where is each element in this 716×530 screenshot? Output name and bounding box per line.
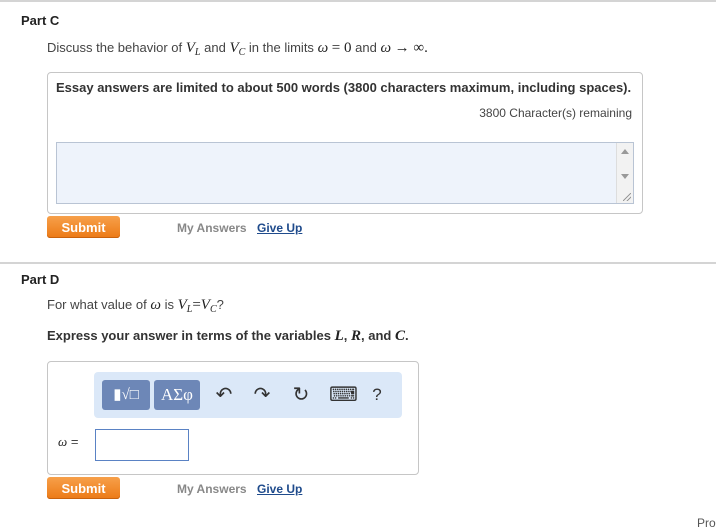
undo-icon[interactable]: ↶ — [214, 385, 234, 405]
sub-c: C — [238, 47, 246, 58]
essay-answer-box: Essay answers are limited to about 500 w… — [47, 72, 643, 214]
part-c-title: Part C — [21, 13, 60, 28]
var-vc: VC — [200, 297, 217, 315]
math-toolbar: ▮√□ ΑΣφ ↶ ↷ ↻ ⌨ ? — [94, 372, 402, 418]
part-d-question: For what value of ω is VL=VC? — [47, 297, 224, 315]
var-vl: VL — [185, 40, 201, 58]
omega-symbol: ω — [317, 40, 329, 56]
help-icon[interactable]: ? — [367, 385, 387, 405]
sub-l: L — [194, 47, 201, 58]
period: . — [405, 328, 409, 343]
part-d-submit-button[interactable]: Submit — [47, 477, 120, 499]
omega-equals-label: ω = — [58, 434, 78, 450]
prompt-text: Discuss the behavior of — [47, 40, 183, 55]
is-text: is — [164, 297, 174, 312]
scroll-down-icon[interactable] — [621, 174, 629, 179]
essay-textarea[interactable] — [56, 142, 634, 204]
question-text: For what value of — [47, 297, 147, 312]
comma: , — [343, 328, 348, 343]
part-c-prompt: Discuss the behavior of VL and VC in the… — [47, 40, 428, 58]
characters-remaining: 3800 Character(s) remaining — [479, 106, 632, 120]
omega-symbol: ω — [58, 434, 68, 449]
var-vl: VL — [177, 297, 193, 315]
var-vc: VC — [229, 40, 246, 58]
keyboard-icon[interactable]: ⌨ — [329, 385, 358, 405]
part-d-give-up-link[interactable]: Give Up — [257, 482, 302, 496]
omega-symbol: ω — [380, 40, 392, 56]
templates-button[interactable]: ▮√□ — [102, 380, 150, 410]
and-text: and — [204, 40, 226, 55]
var-r: R — [351, 328, 362, 344]
part-d-title: Part D — [21, 272, 60, 287]
sub-c: C — [209, 304, 217, 315]
part-d-my-answers-link[interactable]: My Answers — [177, 482, 247, 496]
top-divider — [0, 0, 716, 2]
redo-icon[interactable]: ↷ — [252, 385, 272, 405]
scroll-up-icon[interactable] — [621, 149, 629, 154]
part-c-submit-button[interactable]: Submit — [47, 216, 120, 238]
equals-sign: = — [192, 297, 201, 313]
instruction-text: Express your answer in terms of the vari… — [47, 328, 331, 343]
part-c-my-answers-link[interactable]: My Answers — [177, 221, 247, 235]
part-c-give-up-link[interactable]: Give Up — [257, 221, 302, 235]
math-answer-box: ▮√□ ΑΣφ ↶ ↷ ↻ ⌨ ? ω = — [47, 361, 419, 475]
equals-sign: = — [70, 434, 79, 449]
section-divider — [0, 262, 716, 264]
var-v: V — [177, 297, 187, 313]
essay-limit-note: Essay answers are limited to about 500 w… — [56, 80, 632, 95]
var-v: V — [229, 40, 239, 56]
symbols-button[interactable]: ΑΣφ — [154, 380, 200, 410]
to-infinity: → ∞. — [394, 40, 428, 56]
equals-zero: = 0 — [331, 40, 352, 56]
omega-symbol: ω — [150, 297, 161, 313]
limits-text: in the limits — [248, 40, 314, 55]
part-d-instructions: Express your answer in terms of the vari… — [47, 328, 409, 345]
and-text: and — [355, 40, 377, 55]
and-text: , and — [361, 328, 392, 343]
var-v: V — [185, 40, 195, 56]
var-v: V — [200, 297, 210, 313]
corner-link[interactable]: Pro — [697, 516, 716, 530]
resize-grip-icon[interactable] — [623, 193, 631, 201]
omega-answer-input[interactable] — [95, 429, 189, 461]
reset-icon[interactable]: ↻ — [291, 385, 311, 405]
var-l: L — [334, 328, 344, 344]
question-mark: ? — [216, 297, 224, 312]
var-c: C — [394, 328, 405, 344]
